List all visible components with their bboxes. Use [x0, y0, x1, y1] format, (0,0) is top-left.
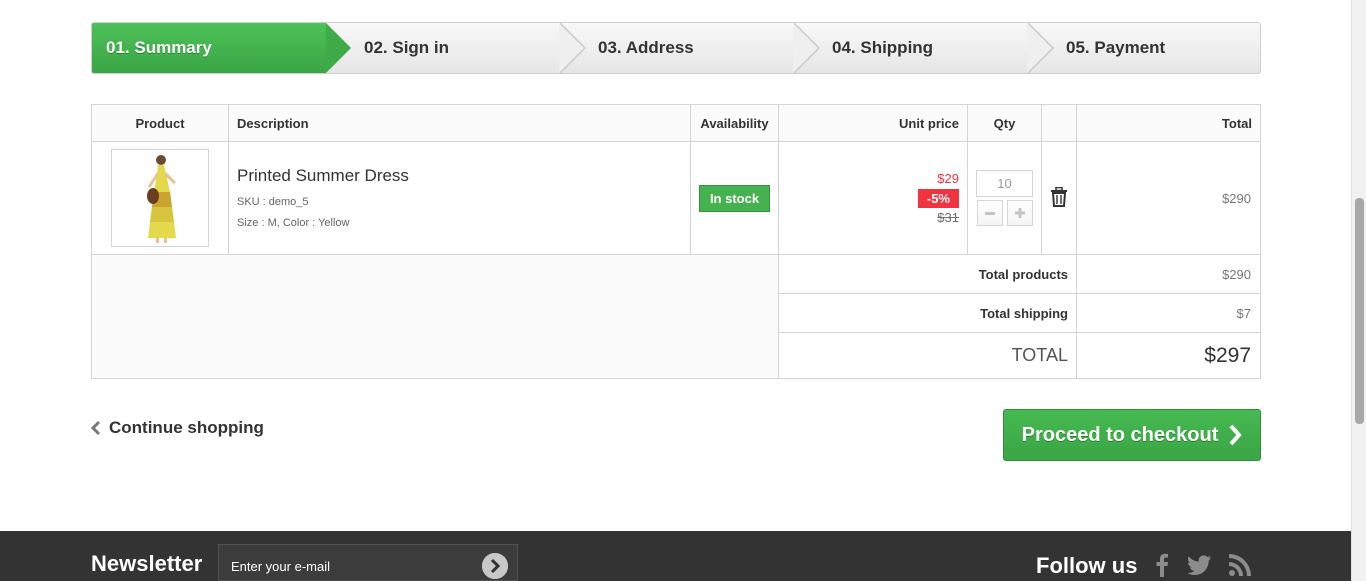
header-unit-price: Unit price [778, 104, 968, 142]
step-summary-label: 01. Summary [106, 38, 212, 57]
qty-decrease-button[interactable] [976, 200, 1003, 226]
chevron-right-icon [1229, 424, 1243, 446]
facebook-link[interactable] [1150, 551, 1174, 579]
chevron-left-icon [91, 420, 101, 436]
dress-image [147, 155, 176, 243]
follow-us-title: Follow us [1036, 553, 1138, 578]
step-arrow [1027, 23, 1052, 73]
unit-price-cell: $29 -5% $31 [778, 141, 968, 255]
grand-total-value: $297 [1076, 332, 1261, 379]
table-row: Printed Summer Dress SKU : demo_5 Size :… [91, 141, 1261, 255]
line-total: $290 [1076, 141, 1261, 255]
rss-icon [1229, 554, 1251, 576]
twitter-link[interactable] [1188, 551, 1212, 579]
total-shipping-value: $7 [1076, 293, 1261, 333]
step-arrow [793, 23, 818, 73]
step-shipping[interactable]: 04. Shipping [794, 23, 1054, 73]
header-availability: Availability [690, 104, 779, 142]
minus-icon [984, 211, 995, 215]
step-payment[interactable]: 05. Payment [1028, 23, 1260, 73]
total-shipping-label: Total shipping [778, 293, 1077, 333]
facebook-icon [1156, 553, 1168, 577]
newsletter-submit-button[interactable] [482, 553, 508, 579]
header-description: Description [228, 104, 691, 142]
delete-cell [1041, 141, 1077, 255]
summary-row-products: Total products $290 [91, 254, 1261, 379]
step-address-label: 03. Address [598, 38, 694, 57]
table-header-row: Product Description Availability Unit pr… [91, 104, 1261, 142]
step-payment-label: 05. Payment [1066, 38, 1166, 57]
qty-cell [967, 141, 1042, 255]
qty-increase-button[interactable] [1006, 200, 1033, 226]
continue-shopping-label: Continue shopping [109, 418, 264, 437]
step-sign-in-label: 02. Sign in [364, 38, 450, 57]
step-shipping-label: 04. Shipping [832, 38, 934, 57]
proceed-to-checkout-button[interactable]: Proceed to checkout [1003, 409, 1261, 461]
cart-table: Product Description Availability Unit pr… [91, 104, 1261, 379]
stock-badge: In stock [698, 184, 771, 212]
product-attributes[interactable]: Size : M, Color : Yellow [237, 217, 682, 229]
discount-badge: -5% [917, 189, 959, 208]
price-new: $29 [937, 171, 959, 186]
step-address[interactable]: 03. Address [560, 23, 820, 73]
total-products-value: $290 [1076, 254, 1261, 294]
qty-buttons [968, 200, 1041, 226]
scrollbar-thumb[interactable] [1355, 198, 1364, 424]
step-summary[interactable]: 01. Summary [92, 23, 351, 73]
page-scrollbar[interactable] [1351, 0, 1366, 581]
product-image-cell [91, 141, 229, 255]
step-arrow [559, 23, 584, 73]
header-delete [1041, 104, 1077, 142]
newsletter-title: Newsletter [91, 551, 203, 576]
total-products-label: Total products [778, 254, 1077, 294]
plus-icon [1014, 208, 1025, 218]
arrow-circle-icon [482, 553, 508, 579]
product-description-cell: Printed Summer Dress SKU : demo_5 Size :… [228, 141, 691, 255]
product-name[interactable]: Printed Summer Dress [237, 166, 682, 186]
availability-cell: In stock [690, 141, 779, 255]
header-product: Product [91, 104, 229, 142]
trash-icon[interactable] [1050, 186, 1068, 207]
newsletter-email-input[interactable]: Enter your e-mail [218, 544, 518, 581]
product-sku: SKU : demo_5 [237, 196, 309, 208]
continue-shopping-link[interactable]: Continue shopping [91, 418, 264, 438]
checkout-label: Proceed to checkout [1021, 423, 1219, 446]
step-arrow [326, 23, 351, 73]
qty-input[interactable] [976, 170, 1033, 197]
step-sign-in[interactable]: 02. Sign in [326, 23, 586, 73]
twitter-icon [1188, 555, 1212, 576]
checkout-steps: 01. Summary 02. Sign in 03. Address 04. … [91, 22, 1261, 74]
footer: Newsletter Enter your e-mail Follow us [0, 531, 1351, 581]
grand-total-label: TOTAL [778, 332, 1077, 379]
price-old: $31 [937, 210, 959, 225]
rss-link[interactable] [1228, 551, 1252, 579]
summary-blank [91, 254, 779, 379]
header-total: Total [1076, 104, 1261, 142]
product-image[interactable] [111, 149, 209, 247]
header-qty: Qty [967, 104, 1042, 142]
